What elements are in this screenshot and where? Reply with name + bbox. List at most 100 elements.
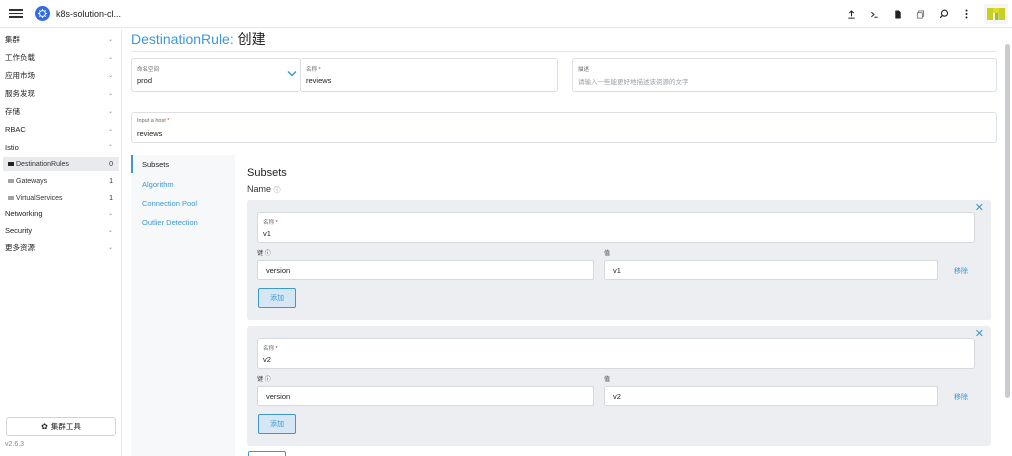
cluster-tools-button[interactable]: ✿ 集群工具 — [6, 417, 116, 436]
required-marker: * — [275, 346, 278, 352]
version-label: v2.6.3 — [5, 441, 25, 448]
description-label: 描述 — [578, 67, 590, 73]
subset-name-field[interactable]: 名称 * v2 — [257, 338, 975, 369]
sidebar-item-label: DestinationRules — [16, 160, 69, 168]
close-icon[interactable]: ✕ — [975, 202, 984, 214]
divider — [131, 51, 997, 52]
cluster-tools-label: 集群工具 — [50, 422, 81, 431]
chevron-down-icon: ⌄ — [107, 210, 113, 217]
required-marker: * — [275, 220, 278, 226]
value-header: 值 — [604, 251, 611, 257]
remove-link[interactable]: 移除 — [954, 266, 968, 276]
item-count: 1 — [109, 177, 113, 185]
chevron-up-icon: ⌃ — [107, 144, 113, 151]
required-marker: * — [318, 67, 321, 73]
sidebar-item-virtualservices[interactable]: VirtualServices 1 — [3, 191, 119, 205]
add-subset-button[interactable] — [248, 451, 286, 456]
close-icon[interactable]: ✕ — [975, 328, 984, 340]
add-label-button[interactable]: 添加 — [258, 288, 296, 308]
sidebar-item-label: Networking — [5, 208, 43, 218]
sidebar-item-apps[interactable]: 应用市场 ⌄ — [5, 68, 117, 82]
sidebar-item-workloads[interactable]: 工作负载 ⌄ — [5, 50, 117, 64]
search-icon[interactable] — [932, 4, 955, 24]
sidebar-item-service-discovery[interactable]: 服务发现 ⌄ — [5, 86, 117, 100]
sidebar-item-security[interactable]: Security ⌄ — [5, 223, 117, 237]
chevron-down-icon: ⌄ — [107, 54, 113, 61]
host-value: reviews — [137, 129, 163, 138]
file-icon[interactable] — [886, 4, 909, 24]
remove-link[interactable]: 移除 — [954, 392, 968, 402]
upload-icon[interactable] — [840, 4, 863, 24]
subset-name-label: 名称 * — [263, 344, 278, 352]
sidebar-item-label: 应用市场 — [5, 70, 35, 80]
sidebar-item-label: Security — [5, 225, 33, 235]
page-title: DestinationRule: 创建 — [131, 29, 266, 49]
subset-card: ✕ 名称 * v1 键 ⓘ 值 version v1 移除 添加 — [247, 200, 991, 320]
name-label-text: 名称 — [306, 67, 318, 73]
sidebar-item-cluster[interactable]: 集群 ⌄ — [5, 32, 117, 46]
key-header: 键 ⓘ — [257, 248, 271, 257]
chevron-down-icon: ⌄ — [107, 72, 113, 79]
cluster-name[interactable]: k8s-solution-cl... — [56, 9, 121, 19]
chevron-down-icon: ⌄ — [107, 244, 113, 251]
tab-outlier-detection[interactable]: Outlier Detection — [142, 218, 198, 227]
sidebar-item-label: RBAC — [5, 124, 26, 134]
key-header: 键 ⓘ — [257, 374, 271, 383]
sidebar-item-storage[interactable]: 存储 ⌄ — [5, 104, 117, 118]
name-value: reviews — [306, 76, 332, 85]
sidebar-item-label: 服务发现 — [5, 88, 35, 98]
sidebar-item-label: VirtualServices — [16, 194, 63, 202]
sidebar-item-label: Gateways — [16, 177, 48, 185]
sidebar-item-label: 存储 — [5, 106, 20, 116]
sidebar-item-label: Istio — [5, 142, 19, 152]
label-value-input[interactable]: v1 — [604, 260, 938, 280]
subsets-tab-content: Subsets Name ⓘ ✕ 名称 * v1 键 ⓘ 值 version v… — [235, 155, 997, 456]
host-label-text: Input a host — [137, 118, 166, 124]
sidebar-item-destinationrules[interactable]: DestinationRules 0 — [3, 157, 119, 171]
name-label: 名称 * — [306, 65, 321, 73]
header-actions — [840, 4, 1008, 24]
active-tab-indicator — [131, 155, 133, 173]
tab-algorithm[interactable]: Algorithm — [142, 180, 174, 189]
sidebar-item-more-resources[interactable]: 更多资源 ⌄ — [5, 240, 117, 254]
description-field[interactable]: 描述 请输入一些能更好地描述该资源的文字 — [572, 58, 997, 92]
scrollbar[interactable] — [1005, 44, 1010, 398]
info-icon: ⓘ — [273, 187, 281, 194]
label-value-input[interactable]: v2 — [604, 386, 938, 406]
label-key-input[interactable]: version — [257, 260, 594, 280]
menu-icon[interactable] — [9, 9, 23, 18]
section-title: Subsets — [247, 167, 287, 179]
more-icon[interactable] — [955, 4, 978, 24]
add-label-button[interactable]: 添加 — [258, 414, 296, 434]
required-marker: * — [167, 118, 170, 124]
subset-name-label-text: 名称 — [263, 220, 275, 226]
host-field[interactable]: Input a host * reviews — [131, 112, 997, 143]
resource-type-link[interactable]: DestinationRule: — [131, 31, 234, 47]
copy-icon[interactable] — [909, 4, 932, 24]
folder-icon — [8, 178, 14, 183]
description-placeholder: 请输入一些能更好地描述该资源的文字 — [578, 79, 689, 86]
subset-name-value: v1 — [263, 229, 271, 238]
info-icon: ⓘ — [264, 377, 271, 383]
sidebar-item-istio[interactable]: Istio ⌃ — [5, 140, 117, 154]
folder-icon — [8, 161, 14, 166]
tab-connection-pool[interactable]: Connection Pool — [142, 199, 197, 208]
sidebar-item-rbac[interactable]: RBAC ⌄ — [5, 122, 117, 136]
namespace-label: 命名空间 — [137, 67, 160, 73]
tab-subsets[interactable]: Subsets — [142, 160, 169, 169]
info-icon: ⓘ — [264, 251, 271, 257]
sidebar-item-networking[interactable]: Networking ⌄ — [5, 206, 117, 220]
label-key-input[interactable]: version — [257, 386, 594, 406]
rancher-logo[interactable] — [984, 4, 1008, 24]
sidebar-item-gateways[interactable]: Gateways 1 — [3, 174, 119, 188]
subset-name-label-text: 名称 — [263, 346, 275, 352]
subset-name-label: 名称 * — [263, 218, 278, 226]
namespace-select[interactable]: 命名空间 prod — [131, 58, 301, 92]
subset-name-field[interactable]: 名称 * v1 — [257, 212, 975, 243]
chevron-down-icon — [287, 70, 297, 77]
name-field[interactable]: 名称 * reviews — [300, 58, 558, 92]
shell-icon[interactable] — [863, 4, 886, 24]
kubernetes-logo-icon — [35, 6, 50, 21]
chevron-down-icon: ⌄ — [107, 90, 113, 97]
gear-icon: ✿ — [41, 422, 48, 431]
